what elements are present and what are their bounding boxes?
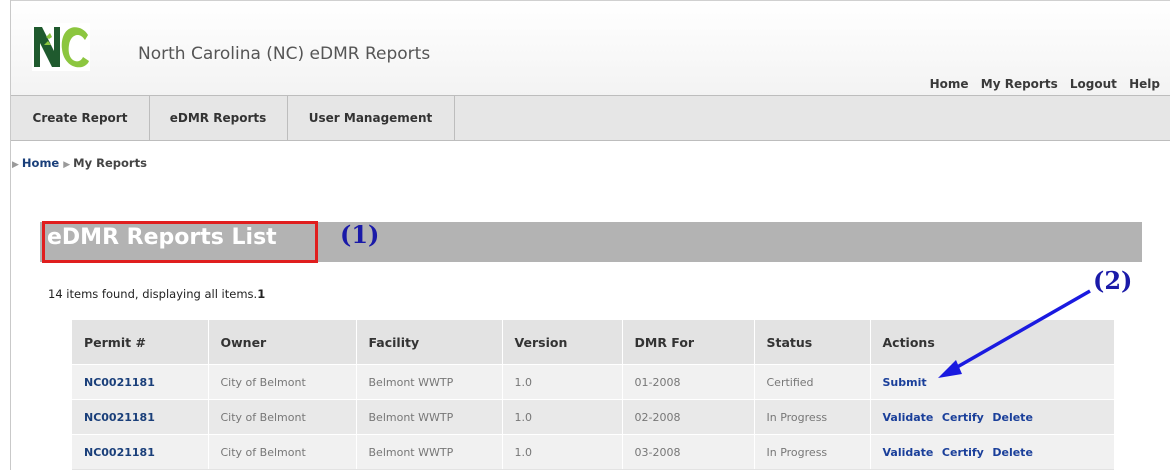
- dmr-for-cell: 01-2008: [622, 364, 755, 400]
- count-text: 14 items found, displaying all items.: [48, 287, 258, 301]
- reports-table: Permit # Owner Facility Version DMR For …: [72, 320, 1114, 470]
- col-header-permit[interactable]: Permit #: [72, 320, 209, 365]
- top-link-help[interactable]: Help: [1129, 77, 1160, 91]
- col-header-actions: Actions: [870, 320, 1114, 365]
- status-cell: In Progress: [754, 399, 871, 435]
- main-tab-bar: Create Report eDMR Reports User Manageme…: [11, 95, 1170, 141]
- owner-cell: City of Belmont: [208, 434, 357, 469]
- owner-cell: City of Belmont: [208, 364, 357, 400]
- col-header-version[interactable]: Version: [502, 320, 623, 365]
- permit-link[interactable]: NC0021181: [84, 446, 155, 459]
- version-cell: 1.0: [502, 364, 623, 400]
- tab-create-report[interactable]: Create Report: [11, 96, 150, 140]
- facility-cell: Belmont WWTP: [356, 434, 503, 469]
- annotation-label-1: (1): [340, 220, 380, 249]
- annotation-label-2: (2): [1093, 266, 1133, 295]
- actions-cell: Validate Certify Delete: [870, 434, 1114, 469]
- top-link-logout[interactable]: Logout: [1070, 77, 1117, 91]
- col-header-status[interactable]: Status: [754, 320, 871, 365]
- actions-cell: Validate Certify Delete: [870, 399, 1114, 435]
- tab-edmr-reports[interactable]: eDMR Reports: [149, 96, 288, 140]
- permit-link[interactable]: NC0021181: [84, 376, 155, 389]
- version-cell: 1.0: [502, 434, 623, 469]
- nc-logo: [32, 23, 90, 71]
- facility-cell: Belmont WWTP: [356, 364, 503, 400]
- actions-cell: Submit: [870, 364, 1114, 400]
- submit-action-link[interactable]: Submit: [883, 376, 927, 389]
- tab-user-management[interactable]: User Management: [287, 96, 455, 140]
- page-number-link[interactable]: 1: [257, 287, 265, 301]
- table-header-row: Permit # Owner Facility Version DMR For …: [72, 320, 1114, 365]
- breadcrumb: ▶ Home ▶ My Reports: [12, 156, 147, 170]
- top-link-my-reports[interactable]: My Reports: [981, 77, 1058, 91]
- table-row: NC0021181 City of Belmont Belmont WWTP 1…: [72, 434, 1114, 469]
- permit-link[interactable]: NC0021181: [84, 411, 155, 424]
- delete-action-link[interactable]: Delete: [992, 411, 1033, 424]
- annotation-highlight-box: [42, 221, 318, 263]
- col-header-owner[interactable]: Owner: [208, 320, 357, 365]
- top-link-home[interactable]: Home: [930, 77, 969, 91]
- col-header-facility[interactable]: Facility: [356, 320, 503, 365]
- top-nav-links: Home My Reports Logout Help: [922, 77, 1160, 91]
- facility-cell: Belmont WWTP: [356, 399, 503, 435]
- certify-action-link[interactable]: Certify: [942, 411, 984, 424]
- breadcrumb-home-link[interactable]: Home: [22, 156, 59, 170]
- owner-cell: City of Belmont: [208, 399, 357, 435]
- dmr-for-cell: 02-2008: [622, 399, 755, 435]
- status-cell: Certified: [754, 364, 871, 400]
- items-found-count: 14 items found, displaying all items.1: [48, 287, 265, 301]
- breadcrumb-arrow-icon: ▶: [12, 160, 19, 170]
- version-cell: 1.0: [502, 399, 623, 435]
- breadcrumb-arrow-icon: ▶: [63, 160, 71, 170]
- header: North Carolina (NC) eDMR Reports Home My…: [11, 0, 1170, 96]
- validate-action-link[interactable]: Validate: [883, 446, 934, 459]
- app-title: North Carolina (NC) eDMR Reports: [138, 44, 431, 64]
- status-cell: In Progress: [754, 434, 871, 469]
- validate-action-link[interactable]: Validate: [883, 411, 934, 424]
- table-row: NC0021181 City of Belmont Belmont WWTP 1…: [72, 399, 1114, 435]
- col-header-dmr-for[interactable]: DMR For: [622, 320, 755, 365]
- certify-action-link[interactable]: Certify: [942, 446, 984, 459]
- delete-action-link[interactable]: Delete: [992, 446, 1033, 459]
- table-row: NC0021181 City of Belmont Belmont WWTP 1…: [72, 364, 1114, 400]
- dmr-for-cell: 03-2008: [622, 434, 755, 469]
- breadcrumb-current: My Reports: [73, 156, 147, 170]
